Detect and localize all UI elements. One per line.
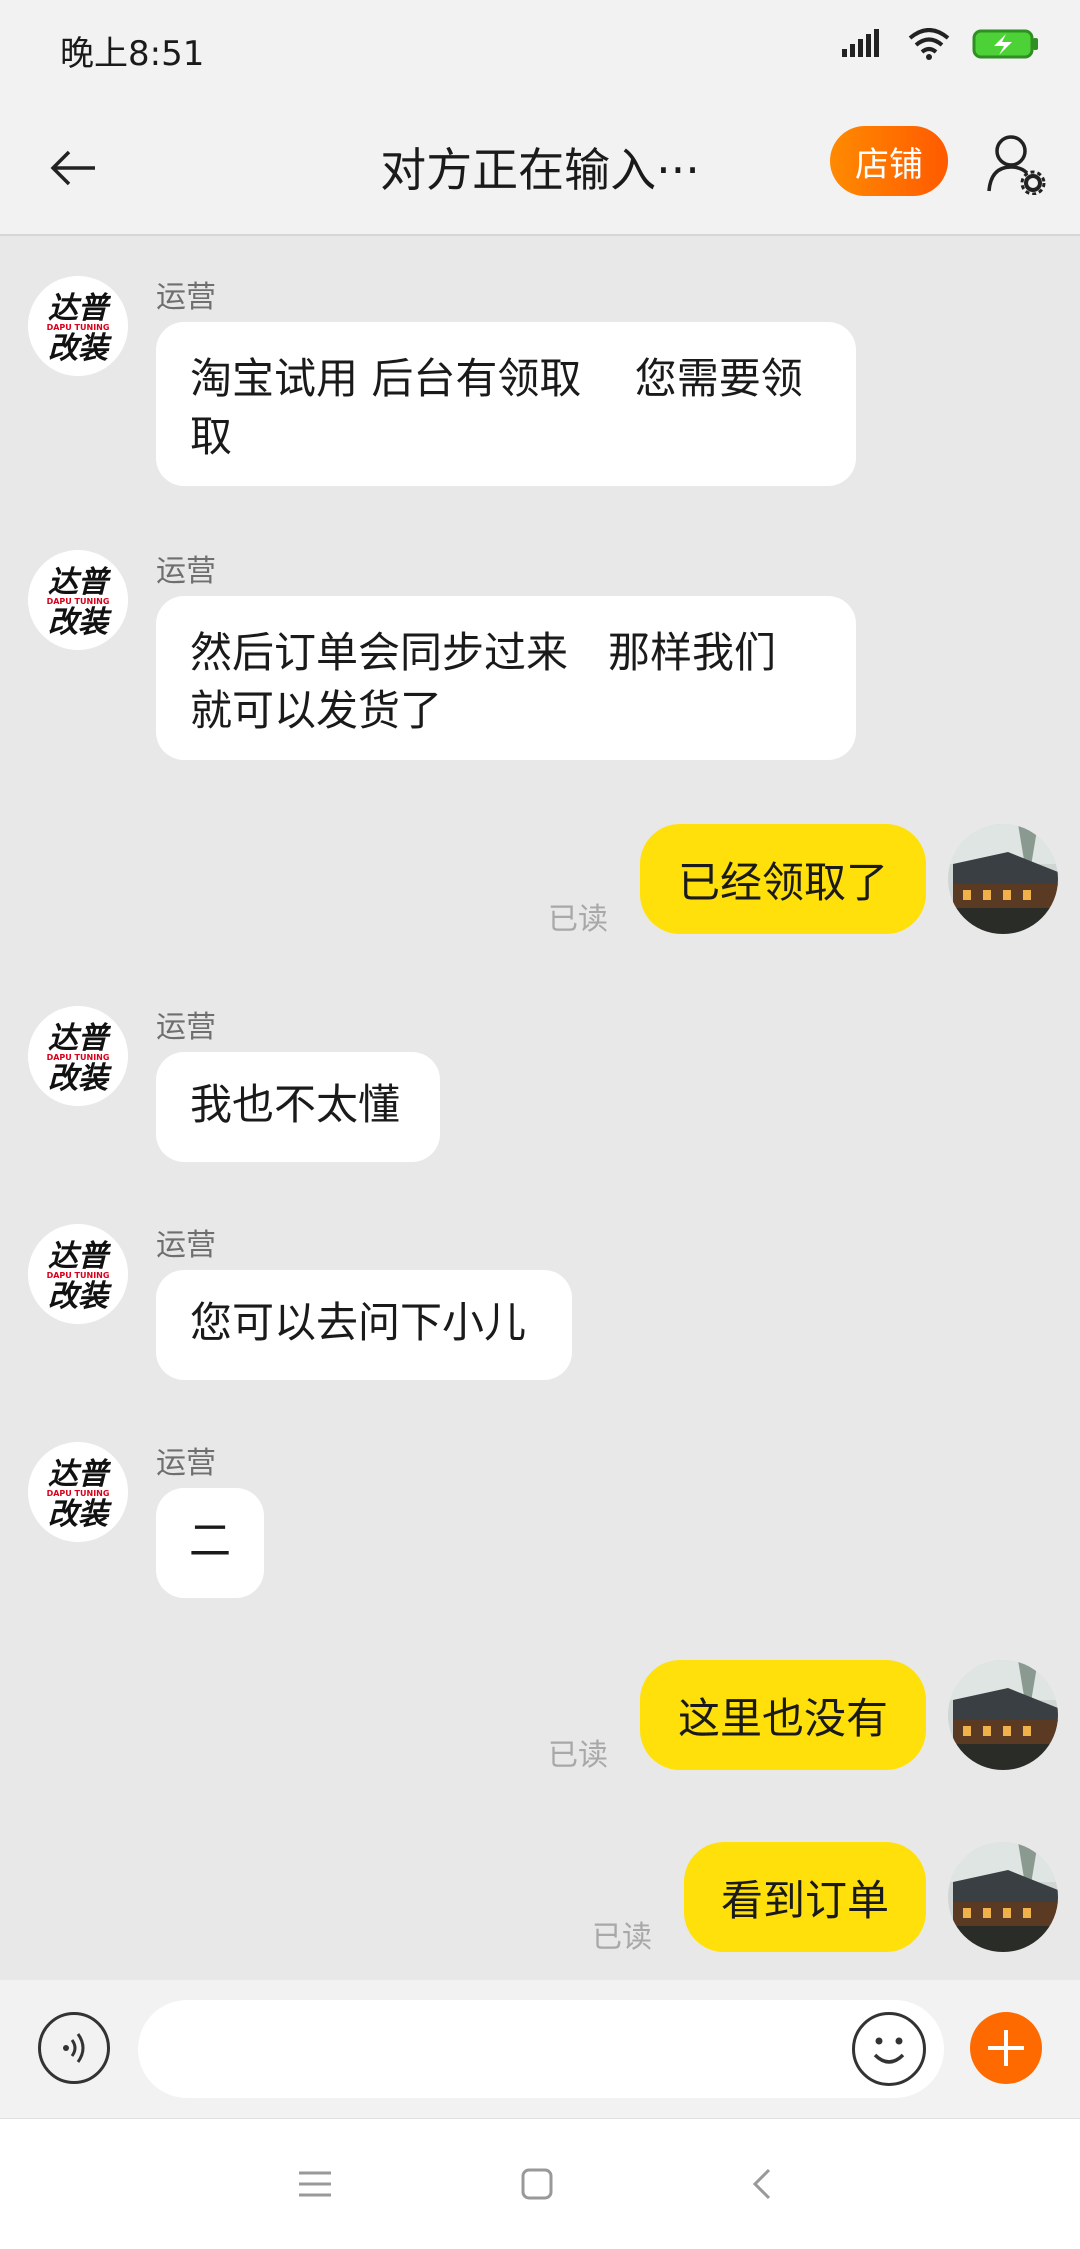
shop-logo: 达普 DAPU TUNING 改装 bbox=[28, 1224, 128, 1324]
sender-name: 运营 bbox=[156, 1228, 216, 1263]
emoji-button[interactable] bbox=[852, 2012, 926, 2086]
user-avatar[interactable] bbox=[948, 1660, 1058, 1770]
svg-text:达普: 达普 bbox=[48, 1021, 112, 1056]
my-message-bubble[interactable]: 这里也没有 bbox=[640, 1660, 926, 1770]
wifi-icon bbox=[908, 28, 950, 60]
voice-input-button[interactable] bbox=[38, 2012, 110, 2084]
shop-avatar[interactable]: 达普 DAPU TUNING 改装 bbox=[28, 1006, 128, 1106]
shop-logo: 达普 DAPU TUNING 改装 bbox=[28, 1006, 128, 1106]
battery-icon bbox=[972, 29, 1038, 59]
message-composer bbox=[0, 1980, 1080, 2118]
user-avatar-photo bbox=[948, 1842, 1058, 1952]
emoji-icon bbox=[873, 2037, 905, 2064]
my-message-bubble[interactable]: 看到订单 bbox=[684, 1842, 926, 1952]
user-avatar-photo bbox=[948, 824, 1058, 934]
message-bubble[interactable]: 您可以去问下小儿 bbox=[156, 1270, 572, 1380]
read-receipt: 已读 bbox=[592, 1920, 652, 1955]
user-avatar-photo bbox=[948, 1660, 1058, 1770]
svg-text:改装: 改装 bbox=[48, 331, 112, 366]
shop-button[interactable]: 店铺 bbox=[830, 126, 948, 196]
sender-name: 运营 bbox=[156, 1446, 216, 1481]
message-bubble[interactable]: 我也不太懂 bbox=[156, 1052, 440, 1162]
message-input[interactable] bbox=[138, 2000, 944, 2098]
svg-text:改装: 改装 bbox=[48, 1061, 112, 1096]
voice-icon bbox=[63, 2033, 85, 2063]
shop-logo: 达普 DAPU TUNING 改装 bbox=[28, 550, 128, 650]
home-button[interactable] bbox=[512, 2159, 562, 2209]
shop-avatar[interactable]: 达普 DAPU TUNING 改装 bbox=[28, 550, 128, 650]
status-time: 晚上8:51 bbox=[60, 34, 205, 74]
shop-avatar[interactable]: 达普 DAPU TUNING 改装 bbox=[28, 276, 128, 376]
sender-name: 运营 bbox=[156, 554, 216, 589]
svg-text:改装: 改装 bbox=[48, 1279, 112, 1314]
svg-text:改装: 改装 bbox=[48, 605, 112, 640]
read-receipt: 已读 bbox=[548, 1738, 608, 1773]
square-icon bbox=[521, 2168, 553, 2200]
chevron-left-icon bbox=[752, 2168, 771, 2200]
shop-logo: 达普 DAPU TUNING 改装 bbox=[28, 1442, 128, 1542]
chat-header: 对方正在输入··· 店铺 bbox=[0, 96, 1080, 236]
user-avatar[interactable] bbox=[948, 824, 1058, 934]
plus-icon bbox=[988, 2030, 1024, 2066]
user-avatar[interactable] bbox=[948, 1842, 1058, 1952]
shop-logo: 达普 DAPU TUNING 改装 bbox=[28, 276, 128, 376]
svg-text:改装: 改装 bbox=[48, 1497, 112, 1532]
shop-avatar[interactable]: 达普 DAPU TUNING 改装 bbox=[28, 1224, 128, 1324]
signal-icon bbox=[842, 29, 879, 57]
more-actions-button[interactable] bbox=[970, 2012, 1042, 2084]
status-bar: 晚上8:51 bbox=[0, 0, 1080, 96]
svg-text:达普: 达普 bbox=[48, 1457, 112, 1492]
status-icons bbox=[842, 28, 1040, 60]
user-settings-icon bbox=[987, 135, 1046, 195]
menu-icon bbox=[299, 2171, 331, 2197]
shop-avatar[interactable]: 达普 DAPU TUNING 改装 bbox=[28, 1442, 128, 1542]
my-message-bubble[interactable]: 已经领取了 bbox=[640, 824, 926, 934]
message-bubble[interactable]: 二 bbox=[156, 1488, 264, 1598]
message-bubble[interactable]: 淘宝试用 后台有领取 您需要领 取 bbox=[156, 322, 856, 486]
chat-message-list[interactable]: 达普 DAPU TUNING 改装 运营 淘宝试用 后台有领取 您需要领 取 达… bbox=[0, 236, 1080, 1980]
svg-text:达普: 达普 bbox=[48, 291, 112, 326]
svg-text:达普: 达普 bbox=[48, 565, 112, 600]
system-back-button[interactable] bbox=[738, 2159, 788, 2209]
message-bubble[interactable]: 然后订单会同步过来 那样我们 就可以发货了 bbox=[156, 596, 856, 760]
sender-name: 运营 bbox=[156, 280, 216, 315]
svg-text:达普: 达普 bbox=[48, 1239, 112, 1274]
sender-name: 运营 bbox=[156, 1010, 216, 1045]
recent-apps-button[interactable] bbox=[290, 2159, 340, 2209]
user-settings-button[interactable] bbox=[976, 124, 1056, 204]
system-navigation-bar bbox=[0, 2118, 1080, 2249]
read-receipt: 已读 bbox=[548, 902, 608, 937]
